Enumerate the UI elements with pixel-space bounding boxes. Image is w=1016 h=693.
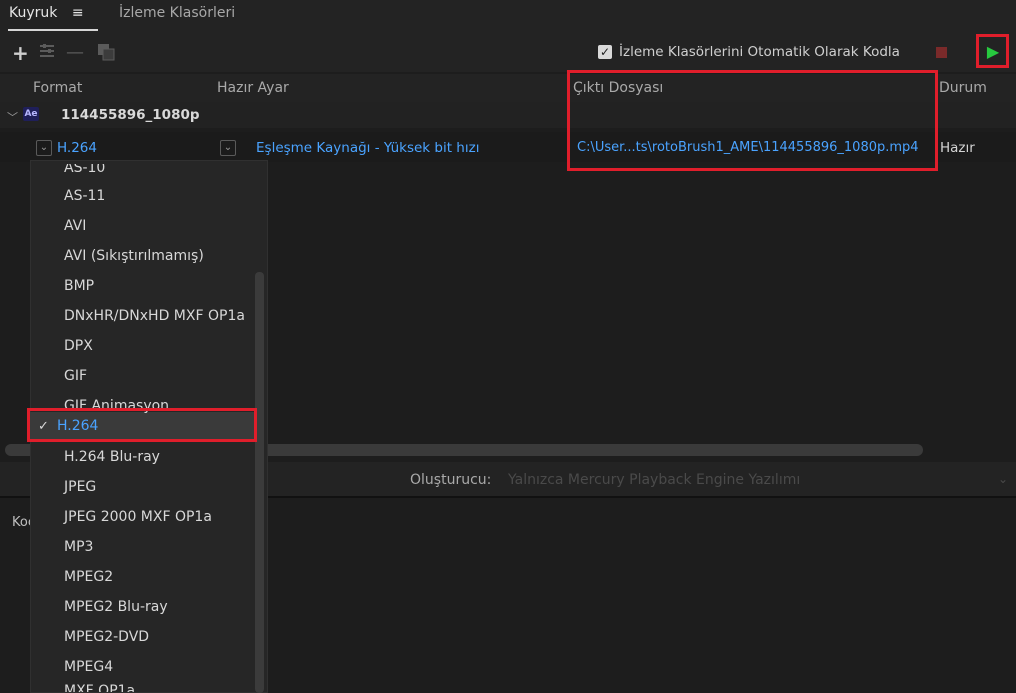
format-option[interactable]: AVI — [64, 218, 86, 234]
preset-settings-icon[interactable] — [38, 42, 56, 64]
tab-kuyruk[interactable]: Kuyruk ≡ — [9, 5, 84, 21]
remove-icon[interactable]: — — [66, 44, 84, 62]
format-option[interactable]: MPEG2-DVD — [64, 629, 149, 645]
group-name: 114455896_1080p — [61, 107, 200, 123]
format-option[interactable]: MPEG2 — [64, 569, 113, 585]
renderer-chevron-icon[interactable]: ⌄ — [998, 472, 1008, 486]
format-option[interactable]: AS-10 — [64, 164, 105, 174]
panel-menu-icon[interactable]: ≡ — [72, 5, 84, 21]
header-format[interactable]: Format — [33, 80, 82, 96]
tab-izleme-label: İzleme Klasörleri — [119, 5, 236, 21]
after-effects-icon: Ae — [23, 107, 39, 121]
tab-izleme-klasorleri[interactable]: İzleme Klasörleri — [119, 5, 235, 21]
add-icon[interactable]: + — [12, 43, 29, 63]
format-option[interactable]: DPX — [64, 338, 93, 354]
format-option[interactable]: JPEG 2000 MXF OP1a — [64, 509, 212, 525]
preset-link[interactable]: Eşleşme Kaynağı - Yüksek bit hızı — [256, 140, 479, 156]
format-option[interactable]: JPEG — [64, 479, 96, 495]
format-option[interactable]: H.264 Blu-ray — [64, 449, 160, 465]
format-option[interactable]: AS-11 — [64, 188, 105, 204]
format-option[interactable]: DNxHR/DNxHD MXF OP1a — [64, 308, 245, 324]
format-option[interactable]: MPEG2 Blu-ray — [64, 599, 168, 615]
format-option[interactable]: MPEG4 — [64, 659, 113, 675]
active-tab-indicator — [8, 29, 98, 31]
duplicate-icon[interactable] — [96, 42, 116, 66]
status-text: Hazır — [940, 140, 975, 156]
format-option[interactable]: BMP — [64, 278, 94, 294]
dropdown-scrollbar[interactable] — [255, 272, 264, 693]
format-option[interactable]: MXF OP1a — [64, 684, 135, 692]
format-option[interactable]: MP3 — [64, 539, 93, 555]
stop-icon[interactable] — [936, 47, 947, 58]
format-dropdown-chevron-icon[interactable]: ⌄ — [36, 140, 52, 156]
renderer-select[interactable]: Yalnızca Mercury Playback Engine Yazılım… — [508, 472, 800, 488]
format-option[interactable]: GIF — [64, 368, 87, 384]
auto-encode-checkbox[interactable]: ✓ — [598, 45, 612, 59]
play-highlight-box — [976, 34, 1009, 68]
tab-kuyruk-label: Kuyruk — [9, 5, 58, 21]
header-preset[interactable]: Hazır Ayar — [217, 80, 289, 96]
format-option[interactable]: AVI (Sıkıştırılmamış) — [64, 248, 204, 264]
auto-encode-label: İzleme Klasörlerini Otomatik Olarak Kodl… — [619, 44, 900, 60]
selected-highlight-box — [27, 408, 257, 442]
format-link[interactable]: H.264 — [57, 140, 97, 156]
header-status[interactable]: Durum — [939, 80, 987, 96]
chevron-down-icon[interactable]: ﹀ — [7, 109, 18, 125]
preset-dropdown-chevron-icon[interactable]: ⌄ — [220, 140, 236, 156]
output-highlight-box — [567, 70, 938, 171]
renderer-label: Oluşturucu: — [410, 472, 492, 488]
